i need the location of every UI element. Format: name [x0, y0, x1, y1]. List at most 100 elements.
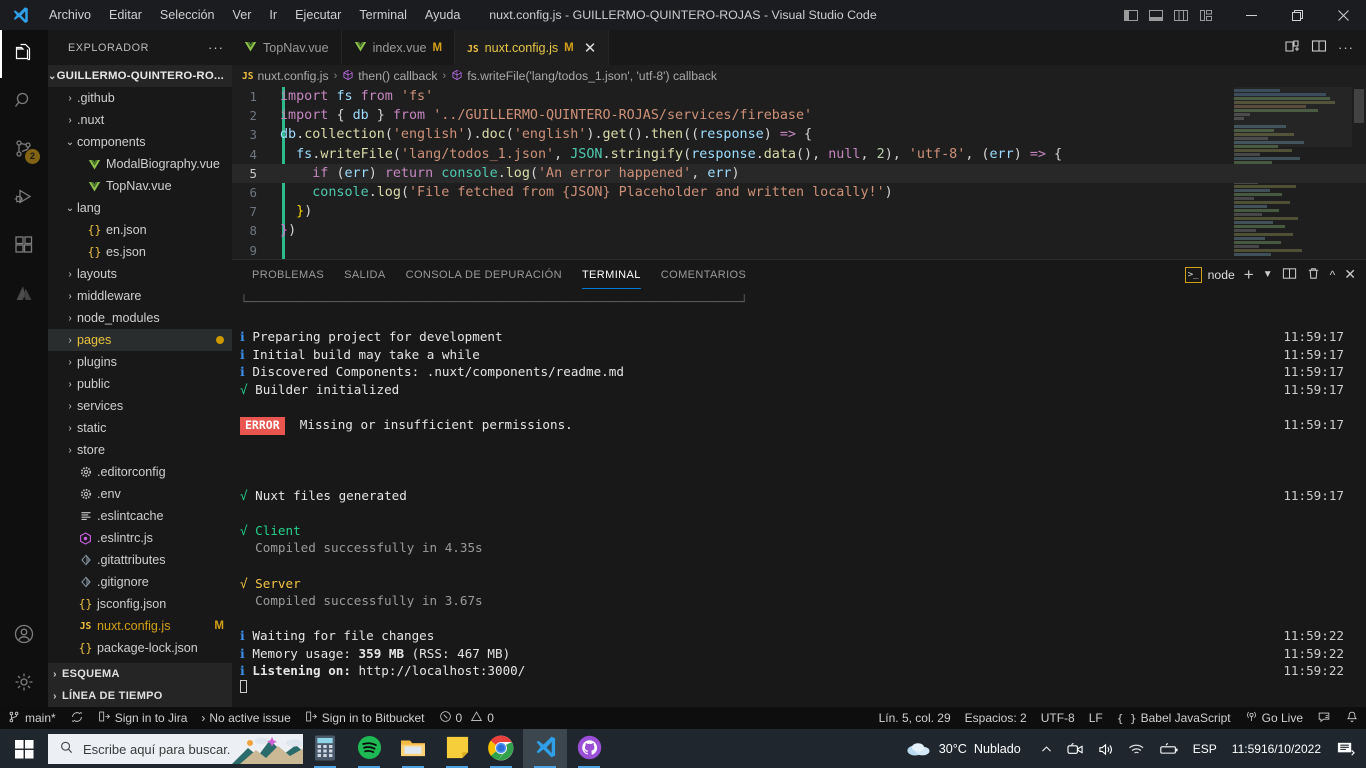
panel-tab-comentarios[interactable]: COMENTARIOS [651, 260, 756, 289]
tree-item-pages[interactable]: › pages [48, 329, 232, 351]
maximize-button[interactable] [1274, 0, 1320, 30]
status-bitbucket[interactable]: Sign in to Bitbucket [298, 707, 432, 729]
tree-item-jsconfig-json[interactable]: {} jsconfig.json [48, 593, 232, 615]
menu-item-terminal[interactable]: Terminal [350, 5, 416, 25]
taskbar-item-sticky-notes[interactable] [435, 729, 479, 768]
status-jira[interactable]: Sign in to Jira [91, 707, 195, 729]
menu-item-editar[interactable]: Editar [100, 5, 151, 25]
tree-item-nuxt-config-js[interactable]: JS nuxt.config.js M [48, 615, 232, 637]
menu-item-ver[interactable]: Ver [224, 5, 261, 25]
status-cursor-position[interactable]: Lín. 5, col. 29 [872, 707, 958, 729]
status-problems[interactable]: 0 0 [432, 707, 501, 729]
tree-item-lang[interactable]: ⌄ lang [48, 197, 232, 219]
menu-item-ir[interactable]: Ir [260, 5, 286, 25]
more-actions-icon[interactable]: ··· [1338, 40, 1354, 55]
taskbar-item-calculator[interactable] [303, 729, 347, 768]
network-icon[interactable] [1121, 729, 1152, 768]
code-line[interactable]: 3 db.collection('english').doc('english')… [232, 125, 1366, 144]
activity-item-run-and-debug[interactable] [0, 174, 48, 222]
menu-item-seleccion[interactable]: Selección [151, 5, 224, 25]
editor-tab-close-icon[interactable]: ✕ [584, 41, 597, 56]
sidebar-more-actions-icon[interactable]: ··· [208, 40, 224, 55]
editor-tabs[interactable]: TopNav.vue index.vue M JS nuxt.config.js M ✕ ·… [232, 30, 1366, 65]
tree-item-editorconfig[interactable]: .editorconfig [48, 461, 232, 483]
status-issue[interactable]: › No active issue [194, 707, 297, 729]
editor-tab-index-vue[interactable]: index.vue M [341, 30, 456, 65]
windows-start-icon[interactable] [0, 729, 48, 768]
toggle-secondary-sidebar-icon[interactable] [1173, 7, 1189, 23]
taskbar-item-github-desktop[interactable] [567, 729, 611, 768]
customize-layout-icon[interactable] [1198, 7, 1214, 23]
language-indicator[interactable]: ESP [1186, 729, 1224, 768]
activity-item-atlassian[interactable] [0, 270, 48, 318]
breadcrumb[interactable]: JS nuxt.config.js › then() callback › fs.writ… [232, 65, 1366, 87]
breadcrumb-item[interactable]: then() callback [342, 69, 438, 84]
volume-icon[interactable] [1091, 729, 1121, 768]
tree-item-en-json[interactable]: {} en.json [48, 219, 232, 241]
tree-item-services[interactable]: › services [48, 395, 232, 417]
sidebar-section-timeline[interactable]: › LÍNEA DE TIEMPO [48, 685, 232, 707]
split-editor-icon[interactable] [1284, 38, 1300, 57]
activity-item-manage[interactable] [0, 659, 48, 707]
tree-item-components[interactable]: ⌄ components [48, 131, 232, 153]
editor-tab-topnav-vue[interactable]: TopNav.vue [232, 30, 342, 65]
tree-item-env[interactable]: .env [48, 483, 232, 505]
tree-item-package-lock-json[interactable]: {} package-lock.json [48, 637, 232, 659]
activity-item-search[interactable] [0, 78, 48, 126]
status-indentation[interactable]: Espacios: 2 [958, 707, 1034, 729]
code-line[interactable]: 7 }) [232, 202, 1366, 221]
status-feedback[interactable] [1310, 707, 1338, 729]
taskbar-item-vscode[interactable] [523, 729, 567, 768]
panel-tab-terminal[interactable]: TERMINAL [572, 260, 651, 289]
tree-item-plugins[interactable]: › plugins [48, 351, 232, 373]
toggle-panel-icon[interactable] [1148, 7, 1164, 23]
taskbar-clock[interactable]: 11:59 16/10/2022 [1224, 729, 1329, 768]
tree-item-public[interactable]: › public [48, 373, 232, 395]
code-line[interactable]: 1 import fs from 'fs' [232, 87, 1366, 106]
code-line[interactable]: 2 import { db } from '../GUILLERMO-QUINTE… [232, 106, 1366, 125]
panel-tab-problemas[interactable]: PROBLEMAS [242, 260, 334, 289]
meet-now-icon[interactable] [1060, 729, 1091, 768]
tree-item-eslintrc-js[interactable]: .eslintrc.js [48, 527, 232, 549]
status-encoding[interactable]: UTF-8 [1034, 707, 1082, 729]
close-button[interactable] [1320, 0, 1366, 30]
split-terminal-icon[interactable] [1282, 266, 1297, 284]
breadcrumb-item[interactable]: fs.writeFile('lang/todos_1.json', 'utf-8… [451, 69, 717, 84]
menu-item-ayuda[interactable]: Ayuda [416, 5, 469, 25]
notification-icon[interactable] [1329, 729, 1362, 768]
menu-item-archivo[interactable]: Archivo [40, 5, 100, 25]
taskbar-apps[interactable] [303, 729, 611, 768]
status-go-live[interactable]: Go Live [1238, 707, 1310, 729]
toggle-primary-sidebar-icon[interactable] [1123, 7, 1139, 23]
minimize-button[interactable] [1228, 0, 1274, 30]
menu-bar[interactable]: Archivo Editar Selección Ver Ir Ejecutar… [40, 5, 469, 25]
editor-layout-icon[interactable] [1311, 38, 1327, 57]
code-line[interactable]: 9 [232, 241, 1366, 260]
tree-item-eslintcache[interactable]: .eslintcache [48, 505, 232, 527]
taskbar-item-spotify[interactable] [347, 729, 391, 768]
editor-tab-nuxt-config-js[interactable]: JS nuxt.config.js M ✕ [455, 30, 610, 65]
panel-tab-consola-de-depuración[interactable]: CONSOLA DE DEPURACIÓN [396, 260, 572, 289]
status-branch[interactable]: main* [0, 707, 63, 729]
tree-item-gitignore[interactable]: .gitignore [48, 571, 232, 593]
code-line[interactable]: 5 if (err) return console.log('An error … [232, 163, 1366, 183]
taskbar-search[interactable]: Escribe aquí para buscar. [48, 734, 303, 764]
tree-item-gitattributes[interactable]: .gitattributes [48, 549, 232, 571]
tree-item-github[interactable]: › .github [48, 87, 232, 109]
activity-item-source-control[interactable]: 2 [0, 126, 48, 174]
tree-item-node-modules[interactable]: › node_modules [48, 307, 232, 329]
activity-item-explorer[interactable] [0, 30, 48, 78]
close-panel-icon[interactable]: ✕ [1344, 266, 1356, 283]
chevron-down-icon[interactable]: ▼ [1263, 269, 1273, 280]
tree-item-es-json[interactable]: {} es.json [48, 241, 232, 263]
taskbar-item-file-explorer[interactable] [391, 729, 435, 768]
tree-item-layouts[interactable]: › layouts [48, 263, 232, 285]
show-hidden-icons-button[interactable] [1033, 729, 1060, 768]
panel-tab-salida[interactable]: SALIDA [334, 260, 396, 289]
maximize-panel-icon[interactable]: ^ [1330, 268, 1336, 282]
status-notifications[interactable] [1338, 707, 1366, 729]
code-line[interactable]: 8}) [232, 221, 1366, 240]
status-language-mode[interactable]: { } Babel JavaScript [1110, 707, 1238, 729]
taskbar-weather[interactable]: 30°C Nublado [906, 739, 1033, 760]
breadcrumb-item[interactable]: JS nuxt.config.js [242, 69, 329, 83]
